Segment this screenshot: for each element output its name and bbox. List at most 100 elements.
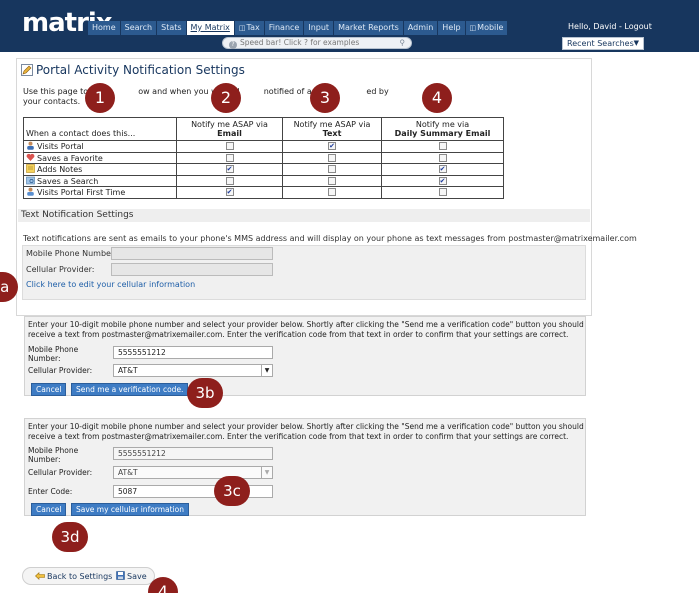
email-checkbox[interactable]	[225, 176, 234, 185]
table-row: Visits Portal ✔	[23, 140, 504, 153]
chevron-down-icon: ▼	[633, 39, 639, 47]
text-cell	[282, 174, 382, 187]
save-button[interactable]: Save	[116, 571, 147, 582]
email-cell: ✔	[176, 186, 283, 199]
col-header-daily-line2: Daily Summary Email	[394, 129, 491, 138]
col-header-text-line2: Text	[322, 129, 342, 138]
mobile-number-input[interactable]: 5555551212	[113, 346, 273, 359]
email-checkbox[interactable]	[225, 153, 234, 162]
daily-cell	[381, 151, 504, 164]
row-label: Adds Notes	[37, 165, 83, 175]
step-badge-3d: 3d	[52, 522, 88, 552]
nav-my-matrix[interactable]: My Matrix	[186, 21, 234, 35]
step-badge-4: 4	[422, 83, 452, 113]
speed-bar-input[interactable]: ? Speed bar! Click ? for examples ⚲	[222, 37, 412, 49]
step-badge-1: 1	[85, 83, 115, 113]
floppy-disk-icon	[116, 571, 125, 580]
top-header: matrix Home Search Stats My Matrix ◫Tax …	[0, 0, 699, 52]
page-title-text: Portal Activity Notification Settings	[36, 63, 245, 77]
nav-search[interactable]: Search	[120, 21, 157, 35]
send-verification-code-button[interactable]: Send me a verification code.	[71, 383, 189, 396]
nav-input[interactable]: Input	[304, 21, 334, 35]
nav-market-reports[interactable]: Market Reports	[334, 21, 403, 35]
nav-tax[interactable]: ◫Tax	[234, 21, 264, 35]
cancel-button[interactable]: Cancel	[31, 503, 67, 516]
col-header-email-line1: Notify me ASAP via	[191, 120, 268, 129]
text-checkbox[interactable]	[328, 188, 336, 197]
chevron-down-icon: ▼	[261, 467, 272, 478]
search-icon[interactable]: ⚲	[400, 38, 406, 48]
chevron-down-icon: ▼	[261, 365, 272, 376]
notification-preferences-table: When a contact does this... Notify me AS…	[23, 117, 504, 199]
cancel-button[interactable]: Cancel	[31, 383, 67, 396]
text-checkbox[interactable]	[328, 176, 336, 185]
edit-cellular-link[interactable]: Click here to edit your cellular informa…	[26, 280, 195, 289]
text-checkbox[interactable]: ✔	[328, 142, 336, 151]
back-arrow-icon	[35, 572, 45, 580]
saved-search-icon	[26, 176, 35, 185]
user-greeting-logout[interactable]: Hello, David - Logout	[568, 22, 652, 31]
mobile-number-label: Mobile Phone Number:	[28, 345, 79, 363]
nav-mobile[interactable]: ◫Mobile	[465, 21, 508, 35]
daily-checkbox[interactable]	[438, 142, 447, 151]
help-icon[interactable]: ?	[229, 41, 237, 49]
daily-cell: ✔	[381, 174, 504, 187]
mobile-number-display	[111, 247, 273, 260]
email-cell	[176, 140, 283, 153]
verification-box-confirm: Enter your 10-digit mobile phone number …	[24, 418, 586, 516]
cellular-provider-label: Cellular Provider:	[26, 265, 95, 274]
daily-cell: ✔	[381, 163, 504, 176]
heart-icon	[26, 153, 35, 161]
col-header-email-line2: Email	[217, 129, 242, 138]
visit-user-icon	[27, 141, 34, 151]
row-label-cell: Visits Portal First Time	[23, 186, 177, 199]
main-nav: Home Search Stats My Matrix ◫Tax Finance…	[88, 21, 508, 35]
table-row: Saves a Search ✔	[23, 174, 504, 187]
back-to-settings-button[interactable]: Back to Settings	[35, 571, 112, 582]
nav-finance[interactable]: Finance	[264, 21, 304, 35]
table-row: Saves a Favorite	[23, 151, 504, 164]
email-cell	[176, 174, 283, 187]
text-checkbox[interactable]	[328, 165, 336, 174]
daily-checkbox[interactable]: ✔	[438, 176, 447, 185]
save-label: Save	[127, 572, 147, 581]
text-settings-fields: Mobile Phone Number: Cellular Provider: …	[22, 245, 586, 300]
text-checkbox[interactable]	[328, 153, 336, 162]
table-row: Adds Notes ✔ ✔	[23, 163, 504, 176]
nav-admin[interactable]: Admin	[403, 21, 438, 35]
text-cell	[282, 186, 382, 199]
daily-checkbox[interactable]: ✔	[438, 165, 447, 174]
recent-searches-dropdown[interactable]: Recent Searches ▼	[562, 37, 644, 50]
email-checkbox[interactable]: ✔	[225, 165, 234, 174]
cellular-provider-display	[111, 263, 273, 276]
email-checkbox[interactable]	[225, 142, 234, 151]
nav-stats[interactable]: Stats	[157, 21, 186, 35]
col-header-action: When a contact does this...	[23, 117, 177, 141]
save-cellular-info-button[interactable]: Save my cellular information	[71, 503, 190, 516]
text-cell	[282, 151, 382, 164]
col-header-text-line1: Notify me ASAP via	[293, 120, 371, 129]
step-badge-3: 3	[310, 83, 340, 113]
row-label: Saves a Search	[37, 176, 99, 186]
cellular-provider-label: Cellular Provider:	[28, 366, 93, 375]
mobile-number-input[interactable]: 5555551212	[113, 447, 273, 460]
daily-cell	[381, 186, 504, 199]
cellular-provider-select[interactable]: AT&T ▼	[113, 466, 273, 479]
first-visit-user-icon	[27, 187, 34, 197]
nav-help[interactable]: Help	[438, 21, 465, 35]
cellular-provider-value: AT&T	[118, 366, 138, 375]
row-label-cell: Saves a Favorite	[23, 151, 177, 164]
intro-part-1: Use this page to	[23, 87, 89, 96]
daily-checkbox[interactable]	[438, 153, 447, 162]
nav-home[interactable]: Home	[88, 21, 120, 35]
external-icon: ◫	[469, 24, 477, 32]
email-cell: ✔	[176, 163, 283, 176]
email-checkbox[interactable]: ✔	[225, 188, 234, 197]
enter-code-label: Enter Code:	[28, 487, 73, 496]
cellular-provider-value: AT&T	[118, 468, 138, 477]
daily-checkbox[interactable]	[438, 188, 447, 197]
row-label-cell: Visits Portal	[23, 140, 177, 153]
verification-box-send: Enter your 10-digit mobile phone number …	[24, 316, 586, 396]
cellular-provider-select[interactable]: AT&T ▼	[113, 364, 273, 377]
note-icon	[26, 164, 35, 174]
